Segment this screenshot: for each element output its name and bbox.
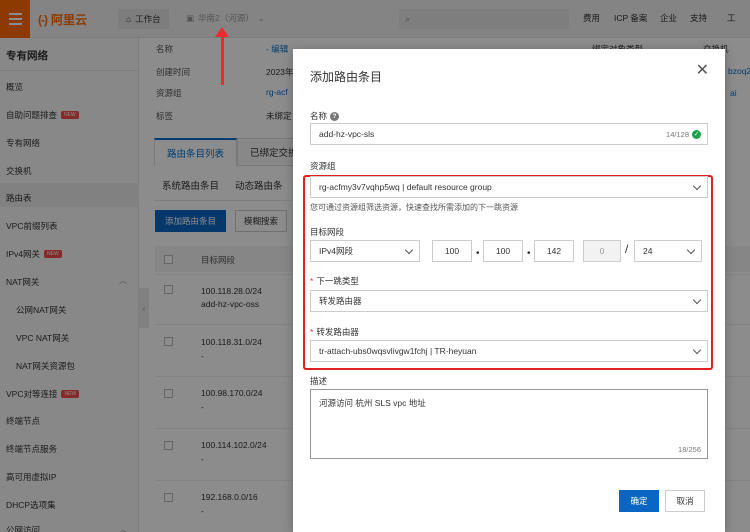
add-route-entry-dialog: 添加路由条目 ✕ 名称 ? add-hz-vpc-sls 14/128 ✓ 资源… [293,49,725,532]
chevron-down-icon [686,245,696,255]
check-icon: ✓ [692,129,701,139]
cancel-button[interactable]: 取消 [665,490,705,512]
next-hop-type-select[interactable]: 转发路由器 [310,290,708,312]
destination-cidr-label: 目标网段 [310,227,345,237]
name-field-label: 名称 ? [310,110,340,122]
cidr-octet-2-input[interactable]: 100 [483,240,523,262]
cidr-dot: • [476,248,480,259]
help-icon[interactable]: ? [330,111,340,121]
resource-group-hint: 您可通过资源组筛选资源，快速查找所需添加的下一跳资源 [310,203,518,212]
cidr-mask-select[interactable]: 24 [634,240,702,262]
cidr-octet-1-input[interactable]: 100 [432,240,472,262]
transit-router-label: * 转发路由器 [310,327,359,337]
required-mark: * [310,327,314,337]
chevron-down-icon [692,345,702,355]
cidr-type-select[interactable]: IPv4网段 [310,240,420,262]
resource-group-label: 资源组 [310,161,336,171]
cidr-octet-3-input[interactable]: 142 [534,240,574,262]
dialog-title: 添加路由条目 [310,70,383,84]
cidr-slash: / [625,242,629,256]
description-counter: 18/256 [678,445,701,454]
name-counter: 14/128 ✓ [666,129,701,139]
name-input[interactable]: add-hz-vpc-sls 14/128 ✓ [310,123,708,145]
close-icon[interactable]: ✕ [696,63,709,79]
resource-group-select[interactable]: rg-acfmy3v7vqhp5wq | default resource gr… [310,176,708,198]
cidr-octet-4-input: 0 [583,240,621,262]
annotation-arrow [221,30,224,85]
required-mark: * [310,276,314,286]
description-textarea[interactable]: 河源访问 杭州 SLS vpc 地址 18/256 [310,389,708,459]
cidr-dot: • [527,248,531,259]
chevron-down-icon [692,295,702,305]
chevron-down-icon [404,245,414,255]
transit-router-select[interactable]: tr-attach-ubs0wqsvlivgw1fchj | TR-heyuan [310,340,708,362]
description-label: 描述 [310,376,328,386]
next-hop-type-label: * 下一跳类型 [310,276,359,286]
chevron-down-icon [692,181,702,191]
confirm-button[interactable]: 确定 [619,490,659,512]
